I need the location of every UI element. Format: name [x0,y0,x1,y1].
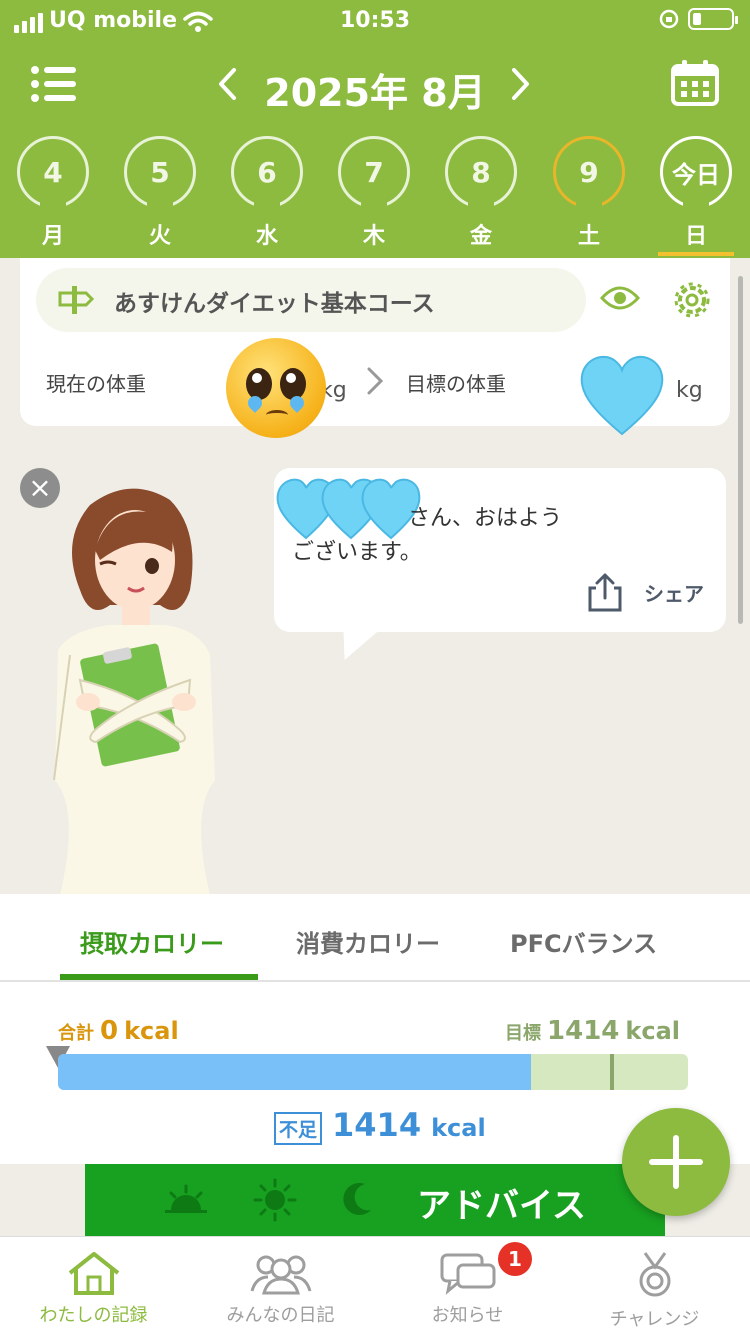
day-number: 今日 [660,136,732,209]
battery-icon [688,8,738,30]
total-unit: kcal [124,1017,179,1045]
weekday-label: 月 [41,224,64,249]
gear-icon[interactable] [672,280,712,320]
month-title: 2025年 8月 [264,71,486,115]
plus-icon [649,1135,703,1189]
target-tick [610,1054,614,1090]
medal-icon [639,1252,670,1297]
course-selector[interactable]: あすけんダイエット基本コース [36,268,586,332]
selected-day-indicator [658,252,734,256]
active-tab-indicator [60,974,258,980]
day-item[interactable]: 6 水 [229,136,305,258]
day-item[interactable]: 5 火 [122,136,198,258]
eye-icon[interactable] [600,284,640,312]
house-icon [68,1252,119,1295]
status-bar: UQ mobile 10:53 [0,6,750,38]
target-label: 目標 [505,1023,542,1044]
signpost-icon [58,286,94,314]
scrollbar[interactable] [738,276,743,624]
calorie-progress-fill [58,1054,531,1090]
notification-badge: 1 [498,1242,532,1276]
day-number: 4 [17,136,89,209]
deficit-value: 1414 [332,1106,422,1144]
moon-icon [343,1182,371,1215]
deficit-unit: kcal [431,1114,486,1142]
current-weight-label: 現在の体重 [46,372,146,396]
nav-label: わたしの記録 [39,1305,148,1326]
status-right [658,8,738,30]
total-label: 合計 [58,1023,94,1044]
next-month-button[interactable] [506,64,536,104]
pleading-face-sticker [226,338,326,438]
nav-community-diary[interactable]: みんなの日記 [187,1237,374,1334]
week-day-selector: 4 月 5 火 6 水 7 木 8 金 9 土 今日 日 [0,136,750,258]
day-item[interactable]: 4 月 [15,136,91,258]
day-number: 9 [553,136,625,209]
rotation-lock-icon [659,9,679,29]
target-value: 1414 [547,1016,620,1046]
day-item-today[interactable]: 今日 日 [658,136,734,258]
calorie-totals: 合計 0 kcal 目標 1414 kcal [0,1014,750,1054]
greeting-line-2: ございます。 [292,540,422,565]
bottom-nav: わたしの記録 みんなの日記 お知らせ チャレンジ [0,1236,750,1334]
nav-label: お知らせ [431,1305,504,1326]
sunrise-icon [165,1184,207,1213]
weekday-label: 火 [148,224,171,249]
month-nav: 2025年 8月 [0,58,750,115]
deficit-label: 不足 [274,1112,323,1145]
calorie-progress-bar [58,1054,688,1090]
advice-button[interactable]: アドバイス [85,1164,665,1236]
day-number: 6 [231,136,303,209]
chevron-right-icon [367,367,384,395]
people-icon [250,1255,311,1295]
total-value: 0 [100,1016,119,1046]
calorie-tabs: 摂取カロリー 消費カロリー PFCバランス [0,894,750,982]
tab-intake-calories[interactable]: 摂取カロリー [80,924,224,959]
day-number: 5 [124,136,196,209]
target-calories: 目標 1414 kcal [505,1016,680,1046]
advisor-character-illustration [53,488,215,895]
calendar-icon[interactable] [670,58,720,108]
tab-burned-calories[interactable]: 消費カロリー [296,924,440,959]
nav-label: みんなの日記 [226,1305,335,1326]
blue-heart-sticker [580,355,664,436]
target-unit: kcal [625,1017,680,1045]
weekday-label: 日 [684,224,707,249]
add-record-button[interactable] [622,1108,730,1216]
clock: 10:53 [339,8,411,33]
tab-pfc-balance[interactable]: PFCバランス [510,924,657,959]
target-weight-unit: kg [676,378,703,403]
nav-label: チャレンジ [609,1309,700,1330]
calorie-deficit: 不足 1414 kcal [274,1106,486,1145]
weekday-label: 水 [255,224,278,249]
app-header: UQ mobile 10:53 2025年 8月 4 月 5 火 6 水 7 木… [0,0,750,258]
speech-bubble: さん、おはよう ございます。 シェア [274,468,726,632]
share-icon[interactable] [586,572,624,612]
nav-challenge[interactable]: チャレンジ [561,1237,748,1334]
day-number: 7 [338,136,410,209]
advice-label: アドバイス [417,1186,586,1226]
total-calories: 合計 0 kcal [58,1016,179,1046]
day-item-saturday[interactable]: 9 土 [551,136,627,258]
nav-notifications[interactable]: お知らせ [374,1237,561,1334]
day-item[interactable]: 8 金 [443,136,519,258]
chat-icon [440,1253,495,1295]
weekday-label: 金 [469,224,492,249]
course-name: あすけんダイエット基本コース [114,291,435,317]
greeting-line-1: さん、おはよう [408,506,563,531]
blue-hearts-sticker [276,478,421,540]
weekday-label: 木 [362,224,385,249]
share-button[interactable]: シェア [644,578,704,607]
sun-icon [253,1178,297,1222]
day-item[interactable]: 7 木 [336,136,412,258]
nav-my-records[interactable]: わたしの記録 [0,1237,187,1334]
weekday-label: 土 [577,224,600,249]
day-number: 8 [445,136,517,209]
target-weight-label: 目標の体重 [406,372,506,396]
